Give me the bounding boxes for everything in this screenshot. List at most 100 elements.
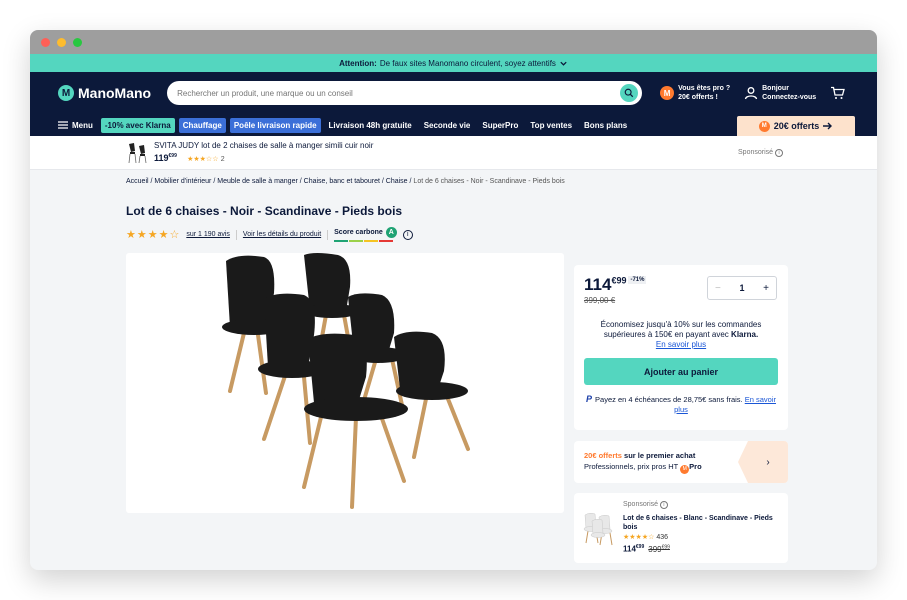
sponsored-label: Sponsorisé i [738,149,783,157]
search-button[interactable] [620,84,639,102]
header-actions: M Vous êtes pro ? 20€ offerts ! Bonjour Co… [660,84,846,102]
sponsored-product-bar[interactable]: SVITA JUDY lot de 2 chaises de salle à m… [30,136,877,170]
pro-line-2: 20€ offerts ! [678,94,718,101]
buy-box: 114€99 -71% 399,00 € − 1 + Économisez jus… [574,265,788,430]
reviews-link[interactable]: sur 1 190 avis [186,231,230,238]
alert-banner[interactable]: Attention: De faux sites Manomano circul… [30,54,877,72]
carbon-score[interactable]: Score carbone A [334,227,397,242]
nav-item-chauffage[interactable]: Chauffage [178,117,226,133]
divider [327,229,329,240]
category-nav: Menu -10% avec Klarna Chauffage Poêle li… [30,114,877,136]
pro-brand: Pro [689,462,702,471]
pro-badge-icon: M [680,465,690,474]
pro-line-1: Vous êtes pro ? [678,85,731,92]
quantity-value[interactable]: 1 [739,283,744,293]
sponsored-card-thumbnail [583,512,613,546]
sponsored-card-price: 114€99 399€99 [623,544,670,554]
breadcrumb-item[interactable]: Meuble de salle à manger [217,178,298,185]
paypal-icon: P [586,394,593,404]
carbon-score-label: Score carbone [334,229,383,236]
arrow-right-icon [823,122,833,130]
breadcrumb-item[interactable]: Mobilier d'intérieur [154,178,211,185]
hamburger-icon [58,121,68,129]
breadcrumb-current: Lot de 6 chaises - Noir - Scandinave - P… [413,178,565,185]
alert-text: De faux sites Manomano circulent, soyez … [379,58,556,68]
logo-text: ManoMano [78,85,152,101]
offer-badge-icon: M [758,120,770,132]
carbon-grade-badge: A [385,227,397,238]
main-header: M ManoMano M Vous êtes pro ? 20€ offerts … [30,72,877,114]
search-bar [167,81,643,105]
product-rating-row: ★★★★☆ sur 1 190 avis Voir les détails du… [126,227,413,242]
sponsored-product-rating-count: 2 [220,156,225,163]
klarna-promo: Économisez jusqu'à 10% sur les commandes… [584,320,778,350]
add-to-cart-button[interactable]: Ajouter au panier [584,358,778,385]
product-rating-stars: ★★★★☆ [126,229,181,241]
pro-offer-link[interactable]: M Vous êtes pro ? 20€ offerts ! [660,84,730,102]
minimize-window-button[interactable] [57,37,66,47]
klarna-learn-more-link[interactable]: En savoir plus [656,340,706,349]
manomano-logo-icon: M [58,85,74,101]
quantity-stepper: − 1 + [707,276,777,300]
discount-badge: -71% [628,276,647,284]
product-image[interactable] [126,253,564,513]
sponsored-label: Sponsorisé i [623,501,668,509]
breadcrumb-item[interactable]: Accueil [126,178,149,185]
window-titlebar [30,30,877,54]
account-link[interactable]: Bonjour Connectez-vous [744,84,816,102]
breadcrumb-item[interactable]: Chaise, banc et tabouret [304,178,380,185]
sponsored-card-stars: ★★★★☆ 436 [623,534,669,541]
nav-offer-label: 20€ offerts [773,121,820,131]
paypal-text: Payez en 4 échéances de 28,75€ sans frai… [595,395,743,404]
nav-item-top-ventes[interactable]: Top ventes [526,118,576,133]
breadcrumb: Accueil / Mobilier d'intérieur / Meuble … [126,178,565,185]
sponsored-product-thumbnail [126,141,150,165]
nav-item-poele[interactable]: Poêle livraison rapide [229,117,321,133]
quantity-increase-button[interactable]: + [763,283,769,294]
breadcrumb-item[interactable]: Chaise [386,178,408,185]
search-icon [624,88,634,98]
nav-offer-button[interactable]: M 20€ offerts [737,116,855,136]
nav-item-bons-plans[interactable]: Bons plans [580,118,631,133]
account-line-2: Connectez-vous [762,94,817,101]
product-details-link[interactable]: Voir les détails du produit [243,231,321,238]
info-icon[interactable]: i [402,229,413,240]
nav-item-superpro[interactable]: SuperPro [478,118,522,133]
quantity-decrease-button[interactable]: − [715,283,721,294]
account-line-1: Bonjour [762,85,789,92]
sponsored-card-title: Lot de 6 chaises - Blanc - Scandinave - … [623,515,773,531]
pro-offer-line2: Professionnels, prix pros HT [584,462,679,471]
nav-item-livraison[interactable]: Livraison 48h gratuite [325,118,416,133]
manomano-logo[interactable]: M ManoMano [58,85,151,101]
paypal-promo: P Payez en 4 échéances de 28,75€ sans fra… [584,394,778,415]
sponsored-card-info: Lot de 6 chaises - Blanc - Scandinave - … [623,514,778,554]
sponsored-product-price: 119€99 [154,153,177,163]
divider [235,229,237,240]
menu-button[interactable]: Menu [58,118,97,133]
pro-badge-icon: M [660,86,675,100]
menu-label: Menu [72,120,93,130]
product-photo-chairs [216,253,476,513]
carbon-scale [334,240,397,242]
sponsored-product-card[interactable]: Sponsorisé i Lot de 6 chaises - Blanc - … [574,493,788,563]
sponsored-card-old-price: 399€99 [648,544,670,554]
close-window-button[interactable] [41,37,50,47]
cart-icon[interactable] [830,86,846,100]
nav-item-klarna[interactable]: -10% avec Klarna [100,117,175,133]
sponsored-product-title: SVITA JUDY lot de 2 chaises de salle à m… [154,141,374,150]
pro-offer-card[interactable]: 20€ offerts sur le premier achat Profess… [574,441,788,483]
sponsored-product-info: SVITA JUDY lot de 2 chaises de salle à m… [154,140,373,165]
chevron-right-icon[interactable]: › [738,441,788,483]
info-icon[interactable]: i [775,149,783,157]
chevron-down-icon [560,61,567,66]
user-icon [744,87,758,100]
nav-item-seconde-vie[interactable]: Seconde vie [420,118,475,133]
klarna-brand: Klarna. [731,330,759,339]
pro-offer-highlight: 20€ offerts [584,451,622,460]
maximize-window-button[interactable] [73,37,82,47]
info-icon[interactable]: i [659,501,668,509]
search-input[interactable] [177,88,621,98]
pro-offer-text: sur le premier achat [624,451,696,460]
sponsored-product-stars: ★★★☆☆ [187,156,219,163]
alert-label: Attention: [339,58,377,68]
